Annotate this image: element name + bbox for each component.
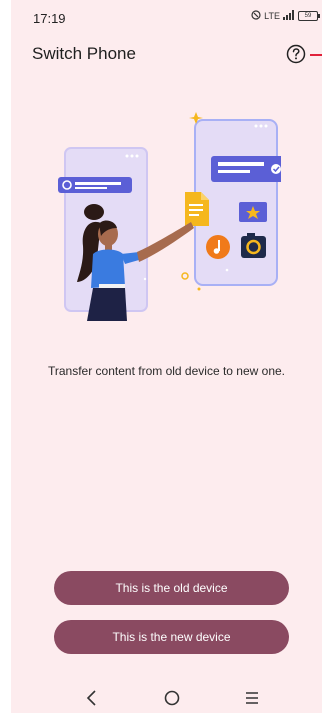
navigation-bar [11, 680, 322, 713]
signal-icon [283, 10, 295, 22]
transfer-illustration [41, 106, 296, 321]
old-device-button[interactable]: This is the old device [54, 571, 289, 605]
help-indicator [310, 54, 322, 56]
status-bar: 17:19 LTE 59 [11, 0, 322, 26]
menu-icon[interactable] [242, 688, 262, 708]
status-time: 17:19 [33, 11, 66, 26]
network-label: LTE [264, 11, 280, 21]
screen: 17:19 LTE 59 Switch Phone Transfer conte… [11, 0, 322, 713]
transfer-description: Transfer content from old device to new … [47, 364, 285, 378]
new-device-button[interactable]: This is the new device [54, 620, 289, 654]
help-circle-icon[interactable] [286, 44, 306, 64]
status-icons: LTE 59 [251, 10, 320, 22]
back-icon[interactable] [82, 688, 102, 708]
nfc-icon [251, 10, 261, 22]
page-title: Switch Phone [32, 44, 136, 63]
battery-icon: 59 [298, 11, 320, 21]
battery-level: 59 [304, 13, 312, 19]
home-icon[interactable] [162, 688, 182, 708]
